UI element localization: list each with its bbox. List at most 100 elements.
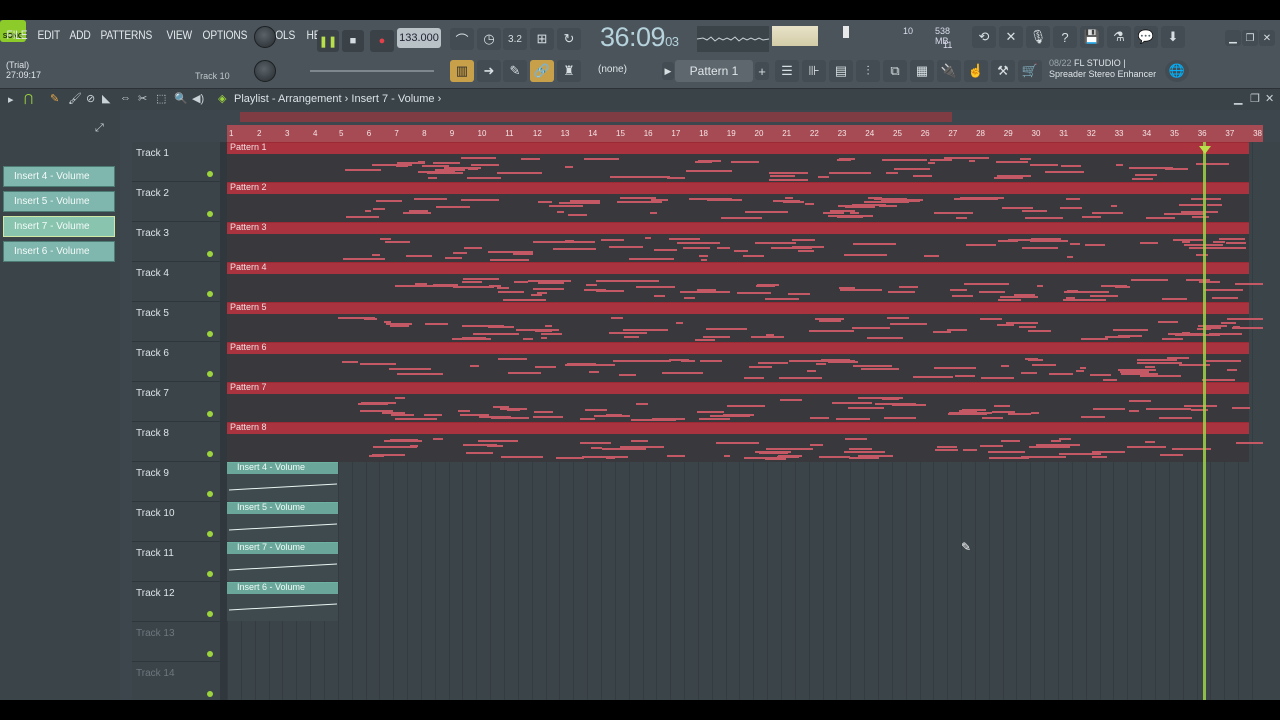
- tools-button[interactable]: ⚒: [991, 60, 1015, 82]
- restore-button[interactable]: ❐: [1242, 30, 1258, 46]
- track-header[interactable]: Track 11: [132, 542, 220, 582]
- wait-input-button[interactable]: ◷: [477, 28, 501, 50]
- track-header[interactable]: Track 14: [132, 662, 220, 700]
- menu-options[interactable]: OPTIONS: [200, 28, 250, 42]
- pattern-prev-button[interactable]: ▶: [662, 62, 674, 80]
- arrangement-grid[interactable]: Pattern 1 Pattern 2 Pattern 3 Pattern 4 Patt…: [227, 142, 1263, 700]
- playhead[interactable]: [1203, 142, 1206, 700]
- automation-clip[interactable]: Insert 4 - Volume: [227, 462, 338, 501]
- mixer-button[interactable]: ⫶: [856, 60, 880, 82]
- playback-tool-icon[interactable]: ◀): [192, 92, 204, 105]
- piano-roll-toggle[interactable]: ▥: [450, 60, 474, 82]
- track-enable-led[interactable]: [207, 651, 213, 657]
- picker-clip[interactable]: Insert 4 - Volume: [3, 166, 115, 187]
- playlist-button[interactable]: ☰: [775, 60, 799, 82]
- track-header[interactable]: Track 9: [132, 462, 220, 502]
- countdown-button[interactable]: 3.2: [503, 28, 527, 50]
- playlist-minimize-icon[interactable]: ▁: [1234, 92, 1242, 105]
- panic-button[interactable]: ✕: [999, 26, 1023, 48]
- pencil-tool-icon[interactable]: ✎: [50, 92, 59, 105]
- news-globe-button[interactable]: 🌐: [1165, 60, 1189, 82]
- track-enable-led[interactable]: [207, 611, 213, 617]
- pattern-clip[interactable]: Pattern 1: [227, 142, 1249, 182]
- pattern-clip[interactable]: Pattern 4: [227, 262, 1263, 302]
- save-button[interactable]: 💾: [1080, 26, 1104, 48]
- picker-clip-selected[interactable]: Insert 7 - Volume: [3, 216, 115, 237]
- track-enable-led[interactable]: [207, 691, 213, 697]
- snap-selector[interactable]: (none): [598, 64, 627, 75]
- step-edit-button[interactable]: ⊞: [530, 28, 554, 50]
- expand-icon[interactable]: ▸: [8, 93, 14, 106]
- magnet-icon[interactable]: ⋂: [24, 92, 33, 105]
- stop-button[interactable]: ■: [342, 30, 364, 52]
- piano-roll-button[interactable]: ⊪: [802, 60, 826, 82]
- track-header[interactable]: Track 7: [132, 382, 220, 422]
- close-button[interactable]: ✕: [1259, 30, 1275, 46]
- master-pitch-knob[interactable]: [254, 60, 276, 82]
- pattern-clip[interactable]: Pattern 3: [227, 222, 1249, 262]
- pattern-clip[interactable]: Pattern 7: [227, 382, 1250, 422]
- track-header[interactable]: Track 4: [132, 262, 220, 302]
- menu-file[interactable]: FILE: [4, 28, 30, 42]
- typing-keyboard-button[interactable]: ♜: [557, 60, 581, 82]
- automation-clip[interactable]: Insert 5 - Volume: [227, 502, 338, 541]
- mute-tool-icon[interactable]: ◣: [102, 92, 110, 105]
- automation-clip[interactable]: Insert 6 - Volume: [227, 582, 338, 621]
- track-enable-led[interactable]: [207, 531, 213, 537]
- automation-clip[interactable]: Insert 7 - Volume: [227, 542, 338, 581]
- undo-history-button[interactable]: ⟲: [972, 26, 996, 48]
- track-enable-led[interactable]: [207, 491, 213, 497]
- pattern-selector[interactable]: Pattern 1: [675, 60, 753, 82]
- track-header[interactable]: Track 8: [132, 422, 220, 462]
- link-button[interactable]: 🔗: [530, 60, 554, 82]
- pattern-clip[interactable]: Pattern 5: [227, 302, 1263, 342]
- track-enable-led[interactable]: [207, 411, 213, 417]
- menu-view[interactable]: VIEW: [164, 28, 194, 42]
- vertical-scrollbar[interactable]: [1263, 142, 1280, 700]
- timeline-ruler[interactable]: 1 2 3 4 5 6 7 8 9 10 11 12 13 14 15 16 17 18 19 20 21 22 23 24 2…: [227, 125, 1263, 142]
- channel-rack-button[interactable]: ▤: [829, 60, 853, 82]
- track-enable-led[interactable]: [207, 291, 213, 297]
- zoom-tool-icon[interactable]: 🔍: [174, 92, 188, 105]
- track-grip[interactable]: [220, 142, 227, 700]
- plugin-db-button[interactable]: 🔌: [937, 60, 961, 82]
- track-header[interactable]: Track 10: [132, 502, 220, 542]
- slice-tool-icon[interactable]: ✂: [138, 92, 147, 105]
- track-header[interactable]: Track 2: [132, 182, 220, 222]
- track-enable-led[interactable]: [207, 571, 213, 577]
- horizontal-scrollbar[interactable]: [240, 112, 952, 122]
- menu-edit[interactable]: EDIT: [35, 28, 63, 42]
- master-slider[interactable]: [310, 70, 434, 72]
- plugin-picker-button[interactable]: ⧉: [883, 60, 907, 82]
- render-button[interactable]: ⚗: [1107, 26, 1131, 48]
- playhead-marker[interactable]: [1199, 146, 1211, 154]
- pencil-button[interactable]: ✎: [503, 60, 527, 82]
- track-enable-led[interactable]: [207, 211, 213, 217]
- pattern-clip[interactable]: Pattern 8: [227, 422, 1263, 462]
- track-enable-led[interactable]: [207, 251, 213, 257]
- track-enable-led[interactable]: [207, 451, 213, 457]
- track-enable-led[interactable]: [207, 331, 213, 337]
- pattern-clip[interactable]: Pattern 6: [227, 342, 1249, 382]
- brush-tool-icon[interactable]: 🖌: [68, 92, 82, 105]
- help-button[interactable]: ?: [1053, 26, 1077, 48]
- browser-button[interactable]: ▦: [910, 60, 934, 82]
- chat-button[interactable]: 💬: [1134, 26, 1158, 48]
- slip-tool-icon[interactable]: ⇔: [120, 92, 131, 104]
- picker-clip[interactable]: Insert 5 - Volume: [3, 191, 115, 212]
- touch-controller-button[interactable]: ☝: [964, 60, 988, 82]
- minimize-button[interactable]: ▁: [1225, 30, 1241, 46]
- master-volume-knob[interactable]: [254, 26, 276, 48]
- shop-button[interactable]: 🛒: [1018, 60, 1042, 82]
- tempo-display[interactable]: 133.000: [397, 28, 441, 48]
- microphone-button[interactable]: 🎙: [1026, 26, 1050, 48]
- news-panel[interactable]: 08/22 FL STUDIO | Spreader Stereo Enhanc…: [1049, 58, 1156, 80]
- menu-add[interactable]: ADD: [67, 28, 93, 42]
- playlist-maximize-icon[interactable]: ❐: [1250, 92, 1260, 105]
- metronome-button[interactable]: ⌒: [450, 28, 474, 50]
- download-button[interactable]: ⬇: [1161, 26, 1185, 48]
- menu-patterns[interactable]: PATTERNS: [98, 28, 155, 42]
- pattern-clip[interactable]: Pattern 2: [227, 182, 1249, 222]
- track-header[interactable]: Track 6: [132, 342, 220, 382]
- record-button[interactable]: ●: [370, 30, 394, 52]
